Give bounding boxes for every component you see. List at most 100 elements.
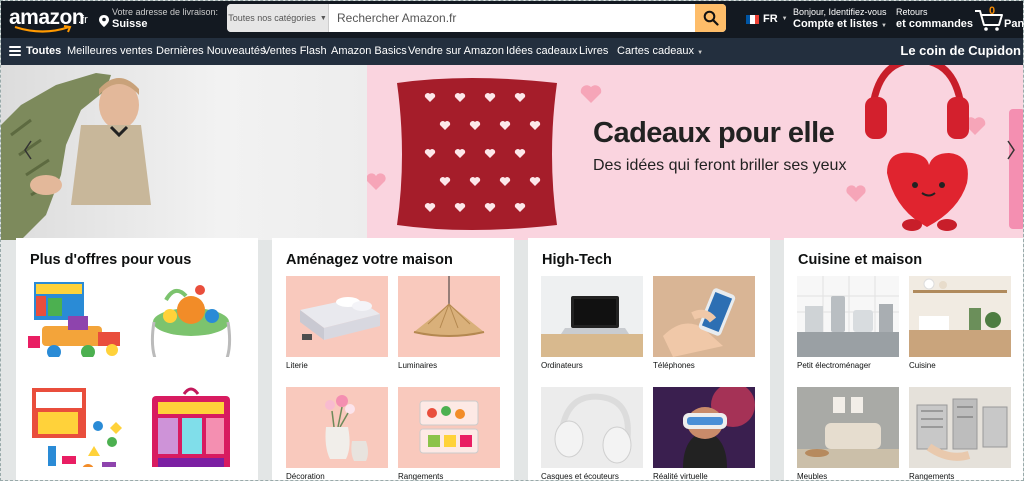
- location-pin-icon: [99, 15, 109, 27]
- hero-carousel: Cadeaux pour elle Des idées qui feront b…: [1, 65, 1023, 240]
- nav-link-best-sellers[interactable]: Meilleures ventes: [67, 45, 153, 57]
- storage-image: [398, 387, 500, 468]
- carousel-prev-button[interactable]: [21, 135, 35, 165]
- search-input[interactable]: [329, 4, 695, 32]
- category-caption: Téléphones: [653, 361, 695, 370]
- card-high-tech: High-Tech Ordinateurs Téléphones Casques…: [528, 238, 770, 481]
- vr-headset-illustration: [653, 387, 755, 468]
- caret-down-icon: ▼: [697, 50, 704, 56]
- smile-icon: [14, 25, 72, 33]
- decoration-image: [286, 387, 388, 468]
- language-selector[interactable]: FR ▼: [746, 13, 788, 25]
- hero-subtitle: Des idées qui feront briller ses yeux: [593, 157, 847, 174]
- nav-link-gift-ideas[interactable]: Idées cadeaux: [506, 45, 578, 57]
- storage-box-illustration: [419, 400, 479, 454]
- card-title[interactable]: Cuisine et maison: [798, 252, 922, 268]
- nav-link-flash-sales[interactable]: Ventes Flash: [263, 45, 327, 57]
- cart-button[interactable]: 0 Panier: [974, 5, 1023, 33]
- baby-jumper-illustration: [150, 285, 232, 357]
- toy-image: [140, 276, 242, 357]
- category-tile-phones[interactable]: Téléphones: [653, 276, 755, 370]
- nav-link-sell[interactable]: Vendre sur Amazon: [408, 45, 504, 57]
- account-menu[interactable]: Bonjour, Identifiez-vous Compte et liste…: [793, 7, 887, 33]
- appliances-image: [797, 276, 899, 357]
- page: amazon .fr Votre adresse de livraison: S…: [0, 0, 1024, 481]
- card-title[interactable]: High-Tech: [542, 252, 612, 268]
- kitchen-appliances-illustration: [797, 276, 899, 357]
- search-icon: [703, 10, 719, 26]
- headphones-illustration: [554, 393, 632, 464]
- account-greeting: Bonjour, Identifiez-vous: [793, 7, 887, 17]
- card-title[interactable]: Aménagez votre maison: [286, 252, 453, 268]
- category-tile-bedding[interactable]: Literie: [286, 276, 388, 370]
- card-title[interactable]: Plus d'offres pour vous: [30, 252, 191, 268]
- search-category-dropdown[interactable]: Toutes nos catégories ▼: [227, 4, 329, 32]
- bedding-image: [286, 276, 388, 357]
- nav-link-books[interactable]: Livres: [579, 45, 608, 57]
- category-tile-kitchen[interactable]: Cuisine: [909, 276, 1011, 370]
- category-caption: Ordinateurs: [541, 361, 583, 370]
- hero-left-banner[interactable]: [1, 65, 367, 240]
- search-bar: Toutes nos catégories ▼: [227, 4, 726, 32]
- construction-set-illustration: [32, 388, 122, 467]
- category-caption: Meubles: [797, 472, 828, 481]
- carousel-next-button[interactable]: [1004, 135, 1018, 165]
- card-home: Aménagez votre maison Literie Luminaires: [272, 238, 514, 481]
- search-button[interactable]: [695, 4, 726, 32]
- toy-train-illustration: [28, 282, 120, 357]
- delivery-label: Votre adresse de livraison:: [112, 7, 219, 17]
- vase-illustration: [325, 395, 368, 461]
- category-tile-computers[interactable]: Ordinateurs: [541, 276, 643, 370]
- nav-promo-link[interactable]: Le coin de Cupidon: [900, 43, 1021, 58]
- kitchen-shelf-illustration: [909, 276, 1011, 357]
- hamburger-icon: [9, 46, 21, 56]
- category-tile-headphones[interactable]: Casques et écouteurs: [541, 387, 643, 481]
- category-tile-vr[interactable]: Réalité virtuelle: [653, 387, 755, 480]
- headphones-image: [541, 387, 643, 468]
- laptop-illustration: [541, 296, 643, 357]
- nav-link-amazon-basics[interactable]: Amazon Basics: [331, 45, 407, 57]
- category-caption: Rangements: [909, 472, 955, 481]
- nav-bar: Toutes Meilleures ventes Dernières Nouve…: [1, 38, 1023, 65]
- language-label: FR: [763, 13, 778, 25]
- phones-image: [653, 276, 755, 357]
- hero-gift-illustration: [367, 65, 1023, 231]
- kitchen-image: [909, 276, 1011, 357]
- category-caption: Casques et écouteurs: [541, 472, 619, 481]
- all-menu-button[interactable]: Toutes: [9, 45, 61, 57]
- category-tile-storage[interactable]: Rangements: [398, 387, 500, 481]
- hero-right-banner[interactable]: [367, 65, 1023, 240]
- hero-title: Cadeaux pour elle: [593, 117, 835, 149]
- category-tile-small-appliances[interactable]: Petit électroménager: [797, 276, 899, 370]
- nav-link-gift-cards[interactable]: Cartes cadeaux ▼: [617, 45, 703, 57]
- category-tile-decoration[interactable]: Décoration: [286, 387, 388, 481]
- category-tile-furniture[interactable]: Meubles: [797, 387, 899, 481]
- toy-image: [140, 386, 242, 467]
- category-caption: Décoration: [286, 472, 325, 481]
- storage-image: [909, 387, 1011, 468]
- phone-hand-illustration: [653, 276, 755, 357]
- toy-image: [28, 386, 130, 467]
- logo-tld: .fr: [78, 14, 88, 26]
- france-flag-icon: [746, 14, 759, 24]
- offer-tile[interactable]: [28, 276, 130, 361]
- category-tile-lighting[interactable]: Luminaires: [398, 276, 500, 370]
- offer-tile[interactable]: [140, 276, 242, 361]
- delivery-location[interactable]: Votre adresse de livraison: Suisse: [99, 7, 219, 33]
- category-caption: Cuisine: [909, 361, 936, 370]
- all-menu-label: Toutes: [26, 45, 62, 57]
- category-caption: Rangements: [398, 472, 444, 481]
- category-tile-storage[interactable]: Rangements: [909, 387, 1011, 481]
- returns-orders[interactable]: Retours et commandes: [896, 7, 973, 31]
- chevron-left-icon: [24, 140, 32, 160]
- search-category-label: Toutes nos catégories: [228, 13, 316, 23]
- living-room-illustration: [797, 387, 899, 468]
- returns-label: Retours: [896, 7, 928, 17]
- offer-tile[interactable]: [140, 386, 242, 471]
- category-caption: Literie: [286, 361, 308, 370]
- amazon-logo[interactable]: amazon .fr: [9, 5, 91, 35]
- caret-down-icon: ▼: [319, 14, 327, 22]
- offer-tile[interactable]: [28, 386, 130, 471]
- caret-down-icon: ▼: [781, 16, 788, 22]
- nav-link-new-releases[interactable]: Dernières Nouveautés: [156, 45, 265, 57]
